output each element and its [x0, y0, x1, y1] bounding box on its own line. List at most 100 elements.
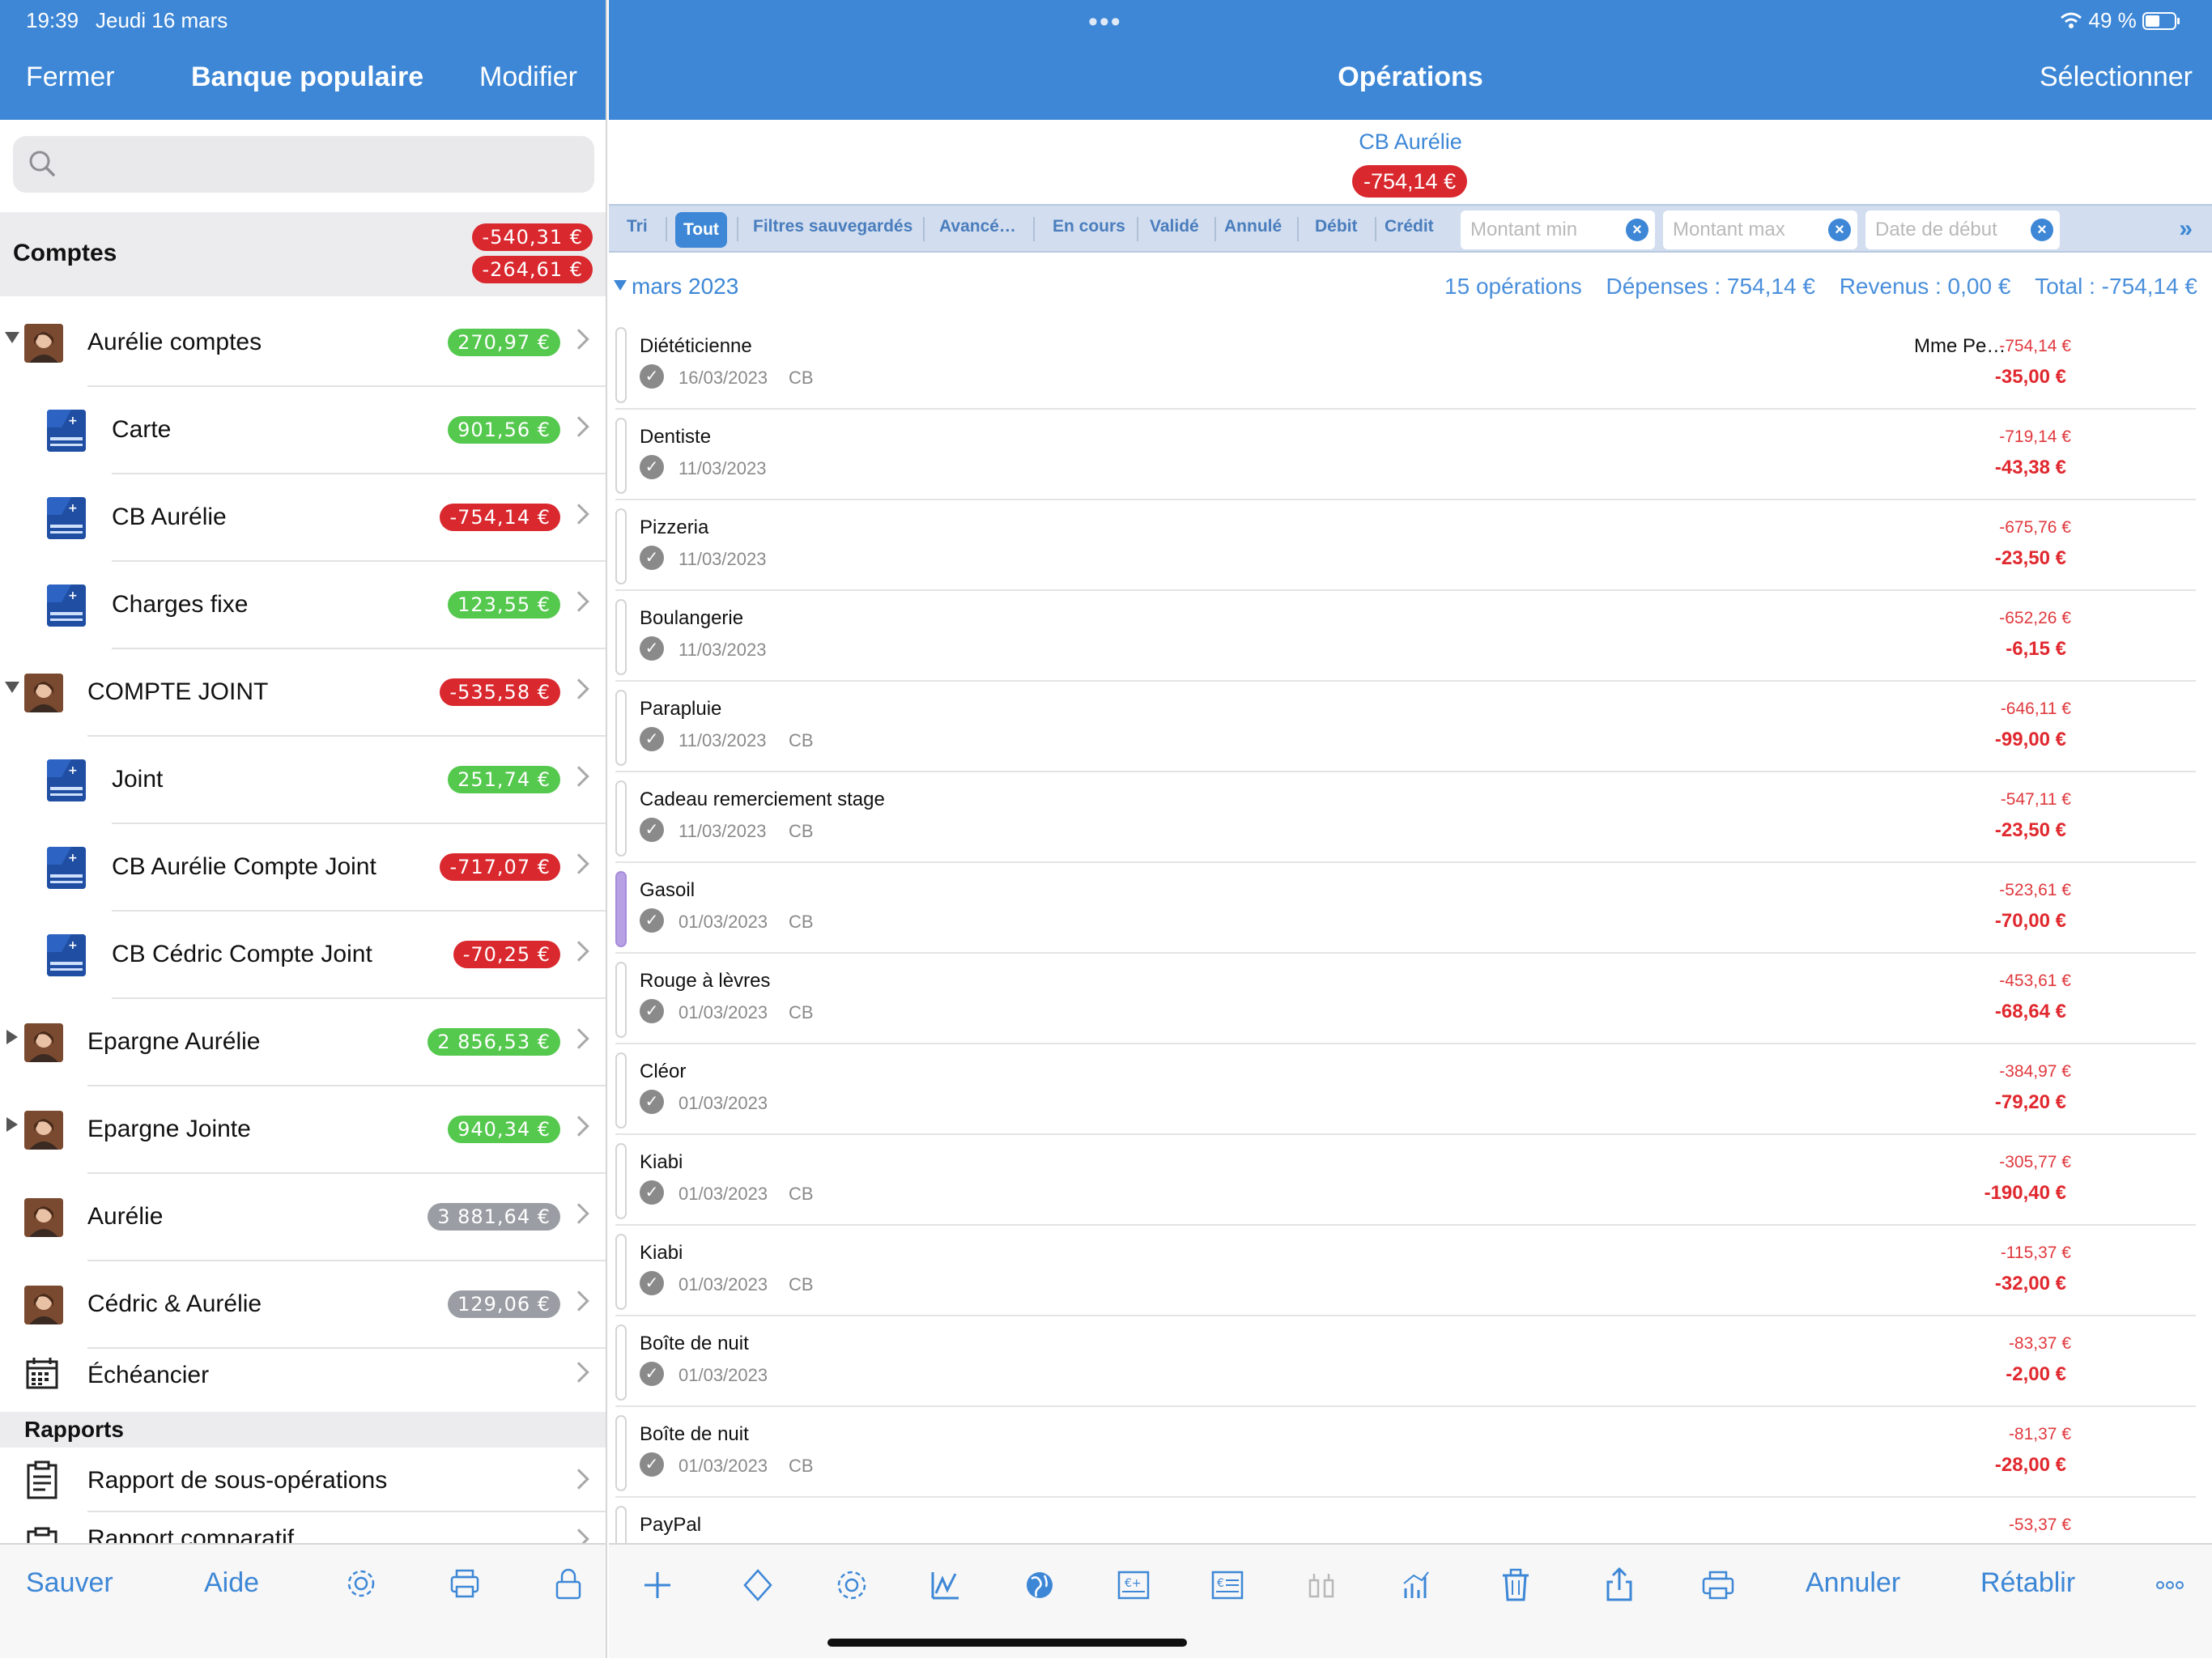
start-date-field[interactable]: ×	[1865, 210, 2060, 249]
sidebar-account-row[interactable]: Aurélie comptes 270,97 €	[0, 300, 606, 387]
more-filters-button[interactable]: »	[2179, 215, 2193, 243]
checkmark-icon[interactable]: ✓	[640, 1452, 664, 1477]
operation-row[interactable]: Kiabi ✓ 01/03/2023 CB -305,77 € -190,40 €	[609, 1135, 2212, 1226]
checkmark-icon[interactable]: ✓	[640, 455, 664, 479]
checkmark-icon[interactable]: ✓	[640, 1090, 664, 1114]
month-group-header[interactable]: mars 2023 15 opérations Dépenses : 754,1…	[609, 262, 2212, 311]
clear-start-icon[interactable]: ×	[2031, 219, 2053, 241]
operation-row[interactable]: Gasoil ✓ 01/03/2023 CB -523,61 € -70,00 €	[609, 863, 2212, 954]
max-amount-input[interactable]	[1673, 217, 1810, 243]
gear-icon[interactable]	[343, 1566, 379, 1601]
checkmark-icon[interactable]: ✓	[640, 999, 664, 1023]
home-indicator[interactable]	[827, 1639, 1187, 1647]
operation-title: Kiabi	[640, 1242, 683, 1264]
list-card-icon[interactable]: €	[1208, 1566, 1247, 1605]
more-icon[interactable]	[2150, 1566, 2189, 1605]
filter-all[interactable]: Tout	[675, 212, 727, 248]
triangle-right-icon[interactable]	[6, 1030, 18, 1044]
account-label: Charges fixe	[112, 591, 249, 618]
select-button[interactable]: Sélectionner	[2040, 62, 2193, 93]
operation-type: CB	[789, 368, 814, 388]
operation-row[interactable]: Diététicienne ✓ 16/03/2023 CB Mme Pe… -754,14…	[609, 319, 2212, 410]
help-button[interactable]: Aide	[204, 1567, 259, 1599]
operation-row[interactable]: Rouge à lèvres ✓ 01/03/2023 CB -453,61 € -68,…	[609, 954, 2212, 1044]
sidebar-account-row[interactable]: Aurélie 3 881,64 €	[0, 1174, 606, 1261]
operation-row[interactable]: Pizzeria ✓ 11/03/2023 -675,76 € -23,50 €	[609, 500, 2212, 591]
lock-icon[interactable]	[551, 1566, 586, 1601]
clear-max-icon[interactable]: ×	[1828, 219, 1851, 241]
operation-row[interactable]: Boulangerie ✓ 11/03/2023 -652,26 € -6,15 €	[609, 591, 2212, 682]
search-field[interactable]	[13, 136, 594, 193]
checkmark-icon[interactable]: ✓	[640, 908, 664, 933]
sidebar-account-row[interactable]: + CB Aurélie -754,14 €	[0, 474, 606, 562]
redo-button[interactable]: Rétablir	[1980, 1567, 2075, 1599]
min-amount-field[interactable]: ×	[1461, 210, 1655, 249]
edit-button[interactable]: Modifier	[479, 62, 577, 93]
filter-validated[interactable]: Validé	[1150, 217, 1199, 236]
min-amount-input[interactable]	[1470, 217, 1608, 243]
euro-card-icon[interactable]: €+	[1114, 1566, 1153, 1605]
split-icon[interactable]	[1302, 1566, 1341, 1605]
operation-running-balance: -652,26 €	[1999, 609, 2071, 627]
sidebar-account-row[interactable]: + CB Aurélie Compte Joint -717,07 €	[0, 824, 606, 912]
operation-marker	[615, 1324, 627, 1401]
triangle-right-icon[interactable]	[6, 1117, 18, 1132]
operation-title: Pizzeria	[640, 517, 709, 538]
filter-cancelled[interactable]: Annulé	[1224, 217, 1282, 236]
operation-row[interactable]: Boîte de nuit ✓ 01/03/2023 -83,37 € -2,00 €	[609, 1316, 2212, 1407]
print-icon[interactable]	[1699, 1566, 1738, 1605]
trash-icon[interactable]	[1496, 1566, 1535, 1605]
filter-sort[interactable]: Tri	[627, 217, 648, 236]
triangle-down-icon[interactable]	[5, 682, 19, 693]
triangle-down-icon[interactable]	[5, 332, 19, 343]
operation-row[interactable]: Kiabi ✓ 01/03/2023 CB -115,37 € -32,00 €	[609, 1226, 2212, 1316]
globe-icon[interactable]	[1020, 1566, 1059, 1605]
print-icon[interactable]	[447, 1566, 483, 1601]
checkmark-icon[interactable]: ✓	[640, 727, 664, 751]
sidebar-item-scheduler[interactable]: Échéancier	[0, 1336, 606, 1412]
checkmark-icon[interactable]: ✓	[640, 1271, 664, 1295]
operation-row[interactable]: Parapluie ✓ 11/03/2023 CB -646,11 € -99,00 €	[609, 682, 2212, 772]
operation-title: Gasoil	[640, 879, 696, 901]
sidebar-account-row[interactable]: Epargne Aurélie 2 856,53 €	[0, 999, 606, 1086]
chart-icon[interactable]	[926, 1566, 965, 1605]
start-date-input[interactable]	[1875, 217, 2013, 243]
operation-row[interactable]: Cadeau remerciement stage ✓ 11/03/2023 CB -5…	[609, 772, 2212, 863]
filter-debit[interactable]: Débit	[1315, 217, 1358, 236]
sidebar-item-report-compare[interactable]: Rapport comparatif	[0, 1514, 606, 1543]
sidebar-account-row[interactable]: + Charges fixe 123,55 €	[0, 562, 606, 649]
account-balance-badge: -717,07 €	[440, 853, 560, 881]
operation-row[interactable]: Dentiste ✓ 11/03/2023 -719,14 € -43,38 €	[609, 410, 2212, 500]
close-button[interactable]: Fermer	[26, 62, 115, 93]
bar-chart-icon[interactable]	[1396, 1566, 1435, 1605]
checkmark-icon[interactable]: ✓	[640, 364, 664, 389]
plus-icon[interactable]	[638, 1566, 677, 1605]
sidebar-account-row[interactable]: + Joint 251,74 €	[0, 737, 606, 824]
diamond-icon[interactable]	[738, 1566, 777, 1605]
sidebar-account-row[interactable]: + Carte 901,56 €	[0, 387, 606, 474]
checkmark-icon[interactable]: ✓	[640, 636, 664, 661]
sidebar-item-report-subops[interactable]: Rapport de sous-opérations	[0, 1448, 606, 1512]
save-button[interactable]: Sauver	[26, 1567, 113, 1599]
multitask-dots-icon[interactable]: •••	[1088, 6, 1122, 38]
checkmark-icon[interactable]: ✓	[640, 1362, 664, 1386]
filter-advanced[interactable]: Avancé…	[939, 217, 1016, 236]
operation-row[interactable]: Boîte de nuit ✓ 01/03/2023 CB -81,37 € -28,00…	[609, 1407, 2212, 1498]
gear-icon[interactable]	[832, 1566, 871, 1605]
collapse-triangle-icon[interactable]	[614, 280, 627, 291]
checkmark-icon[interactable]: ✓	[640, 1180, 664, 1205]
share-icon[interactable]	[1600, 1566, 1639, 1605]
operation-row[interactable]: Cléor ✓ 01/03/2023 -384,97 € -79,20 €	[609, 1044, 2212, 1135]
sidebar-account-row[interactable]: Epargne Jointe 940,34 €	[0, 1086, 606, 1174]
filter-saved[interactable]: Filtres sauvegardés	[753, 217, 912, 236]
checkmark-icon[interactable]: ✓	[640, 546, 664, 570]
filter-credit[interactable]: Crédit	[1385, 217, 1434, 236]
status-indicators: 49 %	[2060, 8, 2181, 33]
filter-pending[interactable]: En cours	[1053, 217, 1125, 236]
sidebar-account-row[interactable]: COMPTE JOINT -535,58 €	[0, 649, 606, 737]
clear-min-icon[interactable]: ×	[1626, 219, 1648, 241]
cancel-button[interactable]: Annuler	[1806, 1567, 1900, 1599]
sidebar-account-row[interactable]: + CB Cédric Compte Joint -70,25 €	[0, 912, 606, 999]
checkmark-icon[interactable]: ✓	[640, 818, 664, 842]
max-amount-field[interactable]: ×	[1663, 210, 1857, 249]
